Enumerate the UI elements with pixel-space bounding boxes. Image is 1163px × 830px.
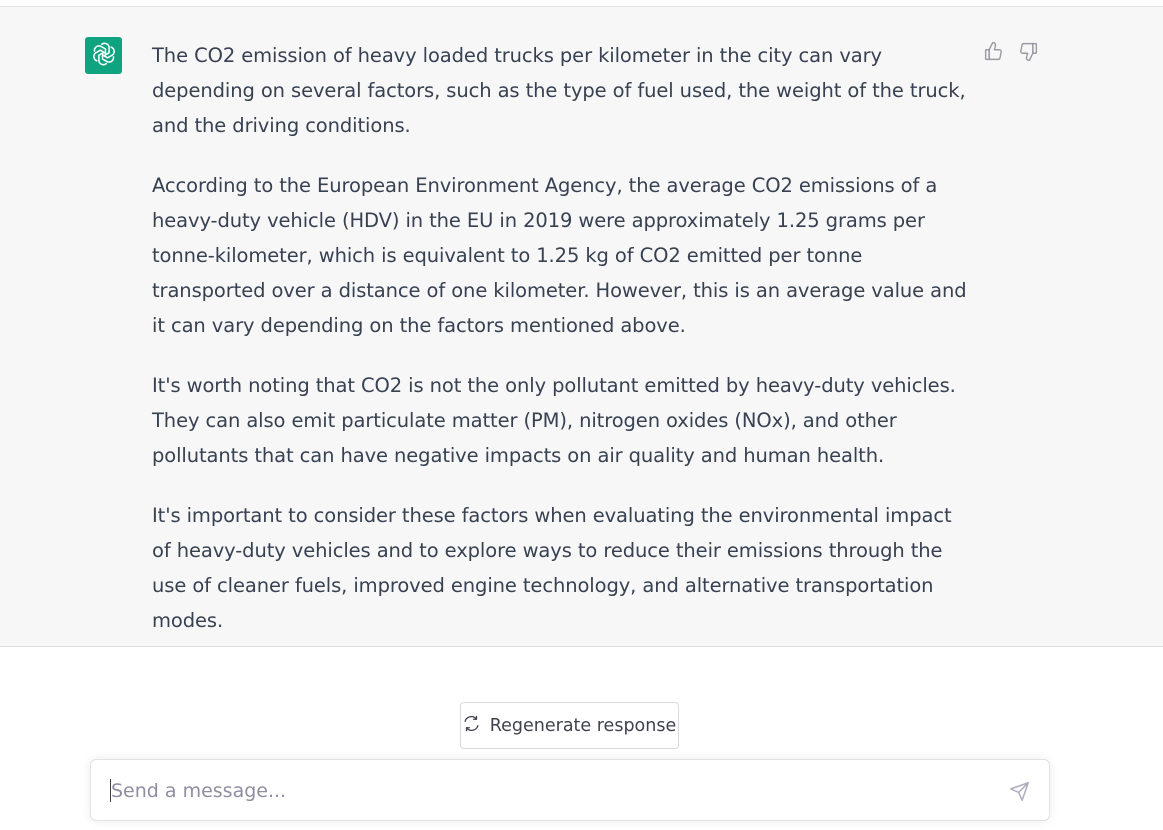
message-paragraph: It's worth noting that CO2 is not the on… xyxy=(152,374,956,467)
thumbs-up-icon xyxy=(983,41,1004,66)
assistant-avatar xyxy=(85,37,122,74)
message-composer xyxy=(90,759,1050,821)
regenerate-label: Regenerate response xyxy=(489,715,677,736)
send-icon xyxy=(1009,781,1030,806)
message-paragraph: According to the European Environment Ag… xyxy=(152,174,967,337)
thumbs-up-button[interactable] xyxy=(981,41,1005,65)
thumbs-down-icon xyxy=(1018,41,1039,66)
refresh-icon xyxy=(463,715,480,737)
send-button[interactable] xyxy=(1006,780,1032,806)
message-input[interactable] xyxy=(109,774,993,808)
message-paragraph: It's important to consider these factors… xyxy=(152,504,952,632)
message-paragraph: The CO2 emission of heavy loaded trucks … xyxy=(152,44,966,137)
thumbs-down-button[interactable] xyxy=(1016,41,1040,65)
openai-logo-icon xyxy=(91,41,117,71)
regenerate-response-button[interactable]: Regenerate response xyxy=(460,702,679,749)
assistant-message-row: The CO2 emission of heavy loaded trucks … xyxy=(0,7,1163,647)
assistant-message-text: The CO2 emission of heavy loaded trucks … xyxy=(152,38,972,663)
text-cursor xyxy=(110,779,111,802)
